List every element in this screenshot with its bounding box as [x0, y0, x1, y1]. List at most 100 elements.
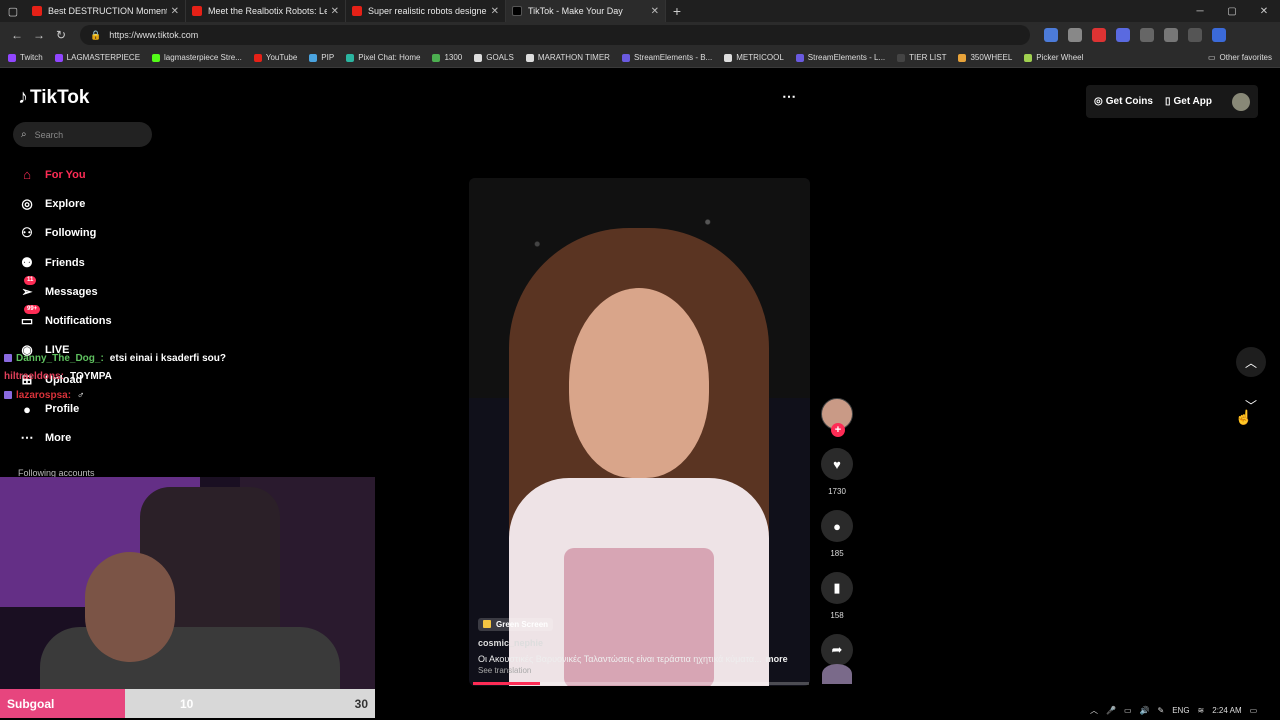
bookmark[interactable]: GOALS: [474, 53, 514, 62]
chat-text: TOYMPA: [70, 371, 112, 383]
notifications-icon: ▭: [20, 313, 34, 329]
extension-icon[interactable]: [1044, 28, 1058, 42]
comment-action[interactable]: ● 185: [821, 510, 853, 558]
bookmark[interactable]: TIER LIST: [897, 53, 946, 62]
get-coins-button[interactable]: ◎ Get Coins: [1094, 96, 1153, 107]
new-tab-button[interactable]: +: [666, 3, 688, 19]
bookmark[interactable]: StreamElements - B...: [621, 53, 712, 62]
pen-icon[interactable]: ✎: [1158, 706, 1165, 715]
video-progress-fill: [473, 682, 541, 685]
effect-tag[interactable]: Green Screen: [478, 617, 554, 631]
heart-icon[interactable]: ♥: [821, 448, 853, 480]
bookmark[interactable]: YouTube: [253, 53, 297, 62]
notifications-badge: 99+: [24, 305, 41, 315]
caption-more-link[interactable]: more: [766, 654, 788, 664]
like-action[interactable]: ♥ 1730: [821, 448, 853, 496]
refresh-icon[interactable]: ↻: [50, 28, 72, 42]
favorites-icon[interactable]: [1164, 28, 1178, 42]
effect-icon: [483, 620, 491, 628]
minimize-icon[interactable]: ─: [1184, 6, 1216, 17]
share-icon[interactable]: ➦: [821, 634, 853, 666]
mic-icon[interactable]: 🎤: [1106, 706, 1116, 715]
messages-icon: ➢: [21, 283, 33, 299]
bookmark[interactable]: PIP: [309, 53, 334, 62]
youtube-icon: [192, 6, 202, 16]
webcam-streamer-head: [85, 552, 175, 662]
maximize-icon[interactable]: ▢: [1216, 6, 1248, 17]
forward-icon[interactable]: →: [28, 28, 50, 42]
bookmark[interactable]: 1300: [432, 53, 462, 62]
bookmark[interactable]: MARATHON TIMER: [525, 53, 610, 62]
comment-icon[interactable]: ●: [821, 510, 853, 542]
twitch-icon: [54, 53, 63, 62]
language-indicator[interactable]: ENG: [1172, 706, 1189, 715]
pixel-chat-icon: [346, 53, 355, 62]
bookmark[interactable]: LAGMASTERPIECE: [54, 53, 140, 62]
tierlist-icon: [897, 53, 906, 62]
music-disc-icon[interactable]: [822, 664, 852, 684]
tray-chevron-icon[interactable]: ︿: [1090, 705, 1098, 716]
bookmark[interactable]: Pixel Chat: Home: [346, 53, 420, 62]
bookmark-icon: [525, 53, 534, 62]
sidebar-item-messages[interactable]: ➢ 11 Messages: [18, 276, 178, 306]
avatar[interactable]: [1232, 92, 1250, 111]
search-input[interactable]: ⌕ Search: [13, 122, 152, 147]
other-favorites[interactable]: ▭ Other favorites: [1208, 53, 1272, 62]
browser-tab[interactable]: Super realistic robots designed b ✕: [346, 0, 506, 22]
wheel-icon: [958, 53, 967, 62]
tab-actions-icon[interactable]: ▢: [0, 0, 26, 22]
bookmark[interactable]: lagmasterpiece Stre...: [152, 53, 242, 62]
get-app-button[interactable]: ▯ Get App: [1165, 96, 1212, 107]
copilot-icon[interactable]: [1212, 28, 1226, 42]
notification-icon[interactable]: ▭: [1250, 706, 1258, 715]
subgoal-label: Subgoal: [7, 697, 55, 711]
sidebar-item-for-you[interactable]: ⌂ For You: [18, 160, 178, 189]
bookmark[interactable]: Twitch: [8, 53, 43, 62]
chat-username: hiltraeldons:: [4, 371, 65, 383]
url-input[interactable]: 🔒 https://www.tiktok.com: [80, 25, 1030, 45]
video-player[interactable]: [469, 178, 810, 686]
see-translation-link[interactable]: See translation: [478, 666, 808, 675]
sidebar-item-following[interactable]: ⚇ Following: [18, 219, 178, 248]
creator-avatar[interactable]: +: [821, 398, 853, 437]
profile-icon[interactable]: [1188, 28, 1202, 42]
browser-tab[interactable]: Meet the Realbotix Robots: Less F ✕: [186, 0, 346, 22]
network-icon[interactable]: ▭: [1124, 706, 1132, 715]
bookmark-icon[interactable]: ▮: [821, 572, 853, 604]
previous-video-button[interactable]: ︿: [1236, 347, 1266, 377]
bookmark[interactable]: 350WHEEL: [958, 53, 1012, 62]
follow-plus-icon[interactable]: +: [831, 423, 845, 437]
youtube-icon: [352, 6, 362, 16]
close-tab-icon[interactable]: ✕: [491, 6, 499, 17]
tab-title: Best DESTRUCTION Moments on: [48, 6, 167, 16]
bookmark[interactable]: StreamElements - L...: [795, 53, 885, 62]
sidebar-item-notifications[interactable]: ▭ 99+ Notifications: [18, 305, 178, 335]
extension-icon[interactable]: [1116, 28, 1130, 42]
extension-icon[interactable]: [1092, 28, 1106, 42]
bookmark[interactable]: METRICOOL: [724, 53, 784, 62]
clock[interactable]: 2:24 AM: [1212, 706, 1241, 715]
volume-icon[interactable]: 🔊: [1140, 706, 1150, 715]
wifi-icon[interactable]: ≋: [1198, 706, 1205, 715]
sidebar-item-friends[interactable]: ⚉ Friends: [18, 248, 178, 277]
close-window-icon[interactable]: ✕: [1248, 6, 1280, 17]
video-progress-bar[interactable]: [473, 682, 809, 685]
video-more-menu-icon[interactable]: ⋯: [782, 88, 796, 105]
back-icon[interactable]: ←: [6, 28, 28, 42]
browser-tab-active[interactable]: TikTok - Make Your Day ✕: [506, 0, 666, 22]
chat-username: lazarospsa:: [16, 389, 72, 401]
close-tab-icon[interactable]: ✕: [171, 6, 179, 17]
extension-icon[interactable]: [1140, 28, 1154, 42]
extension-icon[interactable]: [1068, 28, 1082, 42]
browser-tab[interactable]: Best DESTRUCTION Moments on ✕: [26, 0, 186, 22]
sidebar-item-more[interactable]: ⋯ More: [18, 424, 178, 453]
close-tab-icon[interactable]: ✕: [331, 6, 339, 17]
sidebar-item-explore[interactable]: ◎ Explore: [18, 189, 178, 218]
tiktok-logo[interactable]: ♪ TikTok: [18, 86, 89, 109]
save-action[interactable]: ▮ 158: [821, 572, 853, 620]
bookmark[interactable]: Picker Wheel: [1024, 53, 1083, 62]
chat-text: etsi einai i ksaderfi sou?: [109, 352, 226, 364]
close-tab-icon[interactable]: ✕: [651, 6, 659, 17]
sidebar-nav: ⌂ For You ◎ Explore ⚇ Following ⚉ Friends ➢ 1…: [18, 160, 178, 453]
video-username[interactable]: cosmic_nephie: [478, 638, 808, 648]
